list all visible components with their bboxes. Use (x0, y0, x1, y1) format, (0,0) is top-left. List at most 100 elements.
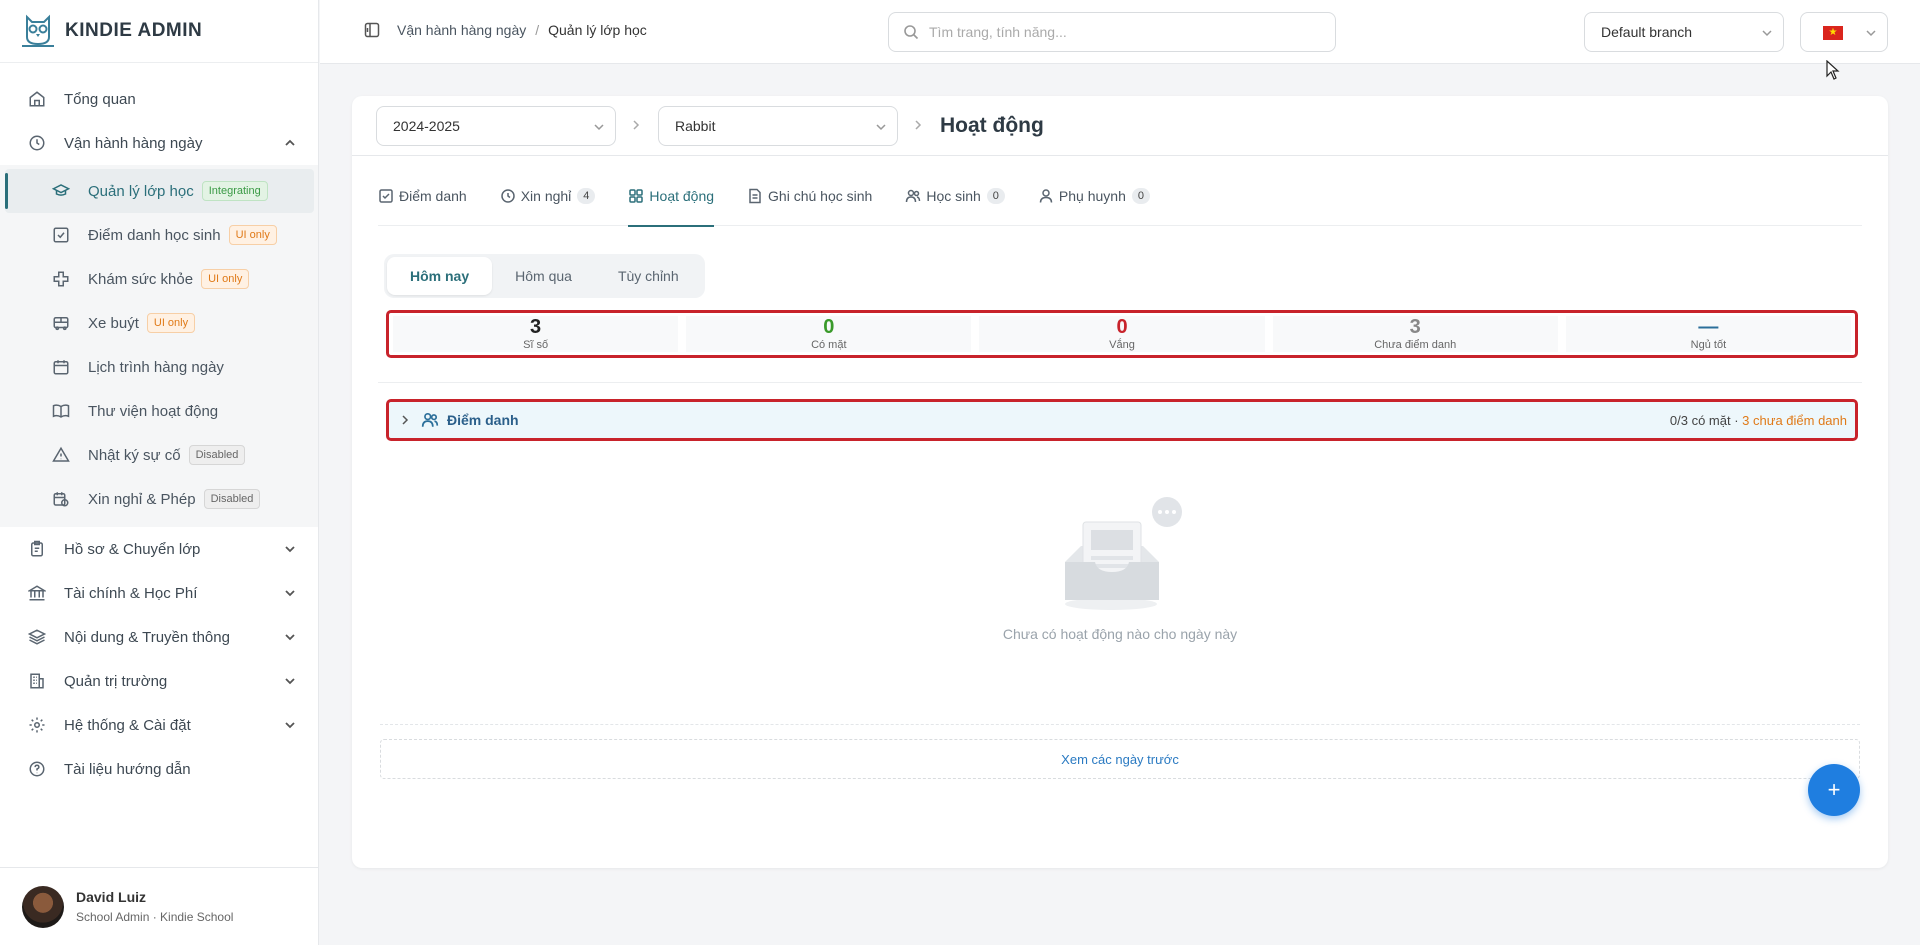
stat-not-checked-in: 3 Chưa điểm danh (1272, 316, 1558, 352)
empty-state: Chưa có hoạt động nào cho ngày này (352, 496, 1888, 642)
attendance-section[interactable]: Điểm danh 0/3 có mặt · 3 chưa điểm danh (386, 399, 1858, 441)
tab-label: Ghi chú học sinh (768, 188, 873, 204)
date-filter-today[interactable]: Hôm nay (387, 257, 493, 295)
language-select[interactable]: ★ (1800, 12, 1888, 52)
stat-slept-well: — Ngủ tốt (1565, 316, 1852, 352)
sidebar-item-finance-tuition[interactable]: Tài chính & Học Phí (0, 571, 318, 615)
empty-inbox-icon (1065, 497, 1182, 610)
chevron-down-icon (285, 678, 295, 685)
stat-label: Chưa điểm danh (1374, 339, 1457, 351)
sidebar-item-school-management[interactable]: Quản trị trường (0, 659, 318, 703)
sidebar-item-daily-schedule[interactable]: Lịch trình hàng ngày (0, 345, 318, 389)
sidebar-item-content-communication[interactable]: Nội dung & Truyền thông (0, 615, 318, 659)
bank-icon (28, 585, 46, 601)
chevron-down-icon (594, 124, 604, 131)
add-activity-button[interactable]: + (1808, 764, 1860, 816)
main-nav: Tổng quan Vận hành hàng ngày Quản lý lớp… (0, 63, 318, 791)
book-icon (52, 404, 70, 418)
sidebar-item-documentation[interactable]: Tài liệu hướng dẫn (0, 747, 318, 791)
user-icon (1039, 189, 1053, 203)
gear-icon (29, 717, 45, 733)
help-icon (29, 761, 45, 777)
attendance-summary: 0/3 có mặt · 3 chưa điểm danh (1670, 413, 1847, 428)
clipboard-icon (31, 540, 43, 557)
brand-name: KINDIE ADMIN (65, 20, 203, 41)
calendar-icon (53, 360, 69, 375)
tab-label: Phụ huynh (1058, 188, 1126, 204)
tab-attendance[interactable]: Điểm danh (378, 188, 467, 226)
school-year-select[interactable]: 2024-2025 (376, 106, 616, 146)
grid-icon (629, 189, 644, 203)
status-badge: Disabled (188, 445, 246, 465)
status-badge: UI only (201, 269, 250, 289)
sidebar-item-system-settings[interactable]: Hệ thống & Cài đặt (0, 703, 318, 747)
sidebar-item-daily-operations[interactable]: Vận hành hàng ngày (0, 121, 318, 165)
sidebar-item-overview[interactable]: Tổng quan (0, 77, 318, 121)
sidebar-item-bus[interactable]: Xe buýt UI only (0, 301, 318, 345)
chevron-down-icon (876, 124, 886, 131)
sidebar-item-class-management[interactable]: Quản lý lớp học Integrating (5, 169, 314, 213)
sidebar-item-records-transfer[interactable]: Hồ sơ & Chuyển lớp (0, 527, 318, 571)
date-filter-custom[interactable]: Tùy chỉnh (595, 257, 702, 295)
breadcrumb-separator: / (535, 22, 540, 38)
chevron-right-icon (633, 120, 640, 130)
sidebar-item-leave-requests[interactable]: Xin nghỉ & Phép Disabled (0, 477, 318, 521)
sidebar-toggle-icon[interactable] (364, 22, 380, 38)
sidebar-item-activity-library[interactable]: Thư viện hoạt động (0, 389, 318, 433)
status-badge: Disabled (203, 489, 261, 509)
user-profile[interactable]: David Luiz School Admin · Kindie School (0, 867, 319, 945)
stat-value: 0 (1116, 316, 1128, 338)
users-icon (906, 189, 921, 203)
sidebar-item-label: Tài chính & Học Phí (64, 584, 198, 602)
attendance-present: 0/3 có mặt (1669, 413, 1731, 428)
sidebar-item-health-check[interactable]: Khám sức khỏe UI only (0, 257, 318, 301)
page-title: Hoạt động (940, 114, 1044, 137)
school-year-value: 2024-2025 (393, 118, 460, 134)
tab-student-notes[interactable]: Ghi chú học sinh (747, 188, 872, 226)
users-icon (421, 412, 439, 427)
stat-value: 3 (530, 316, 542, 338)
sidebar-item-label: Hồ sơ & Chuyển lớp (64, 540, 201, 558)
chevron-right-icon (915, 120, 922, 130)
class-select[interactable]: Rabbit (658, 106, 898, 146)
mouse-cursor-icon (1826, 60, 1840, 80)
stat-value: — (1698, 316, 1719, 338)
sidebar-item-incident-log[interactable]: Nhật ký sự cố Disabled (0, 433, 318, 477)
brand[interactable]: KINDIE ADMIN (0, 0, 318, 63)
breadcrumb-current: Quản lý lớp học (548, 22, 647, 38)
search-box[interactable] (888, 12, 1336, 52)
tab-activities[interactable]: Hoạt động (628, 188, 714, 227)
tab-count-badge: 4 (577, 188, 596, 204)
sidebar-item-label: Xe buýt (88, 314, 139, 332)
tab-parents[interactable]: Phụ huynh 0 (1038, 188, 1150, 226)
sidebar-item-label: Điểm danh học sinh (88, 226, 221, 244)
tab-students[interactable]: Học sinh 0 (905, 188, 1005, 226)
breadcrumb-item[interactable]: Vận hành hàng ngày (397, 22, 526, 38)
date-filter-yesterday[interactable]: Hôm qua (492, 257, 595, 295)
more-section: Xem các ngày trước (380, 724, 1860, 779)
avatar (22, 885, 64, 928)
clock-icon (29, 135, 45, 151)
stat-value: 3 (1409, 316, 1421, 338)
chevron-down-icon (285, 722, 295, 729)
view-previous-days-button[interactable]: Xem các ngày trước (380, 739, 1860, 779)
bus-icon (53, 317, 69, 331)
tab-bar: Điểm danh Xin nghỉ 4 Hoạt động Ghi chú h… (378, 188, 1862, 227)
sidebar-item-label: Khám sức khỏe (88, 270, 194, 288)
attendance-title: Điểm danh (447, 412, 519, 428)
search-input[interactable] (929, 24, 1309, 40)
sidebar-item-label: Quản trị trường (64, 672, 168, 690)
tab-leave[interactable]: Xin nghỉ 4 (500, 188, 596, 226)
chevron-down-icon (1866, 30, 1876, 37)
chevron-down-icon (285, 590, 295, 597)
sidebar-item-student-attendance[interactable]: Điểm danh học sinh UI only (0, 213, 318, 257)
attendance-separator: · (1730, 413, 1743, 428)
chevron-down-icon (285, 546, 295, 553)
status-badge: Integrating (201, 181, 268, 201)
topbar: Vận hành hàng ngày / Quản lý lớp học Def… (320, 0, 1920, 64)
sidebar-item-label: Quản lý lớp học (88, 182, 194, 200)
checkbox-icon (379, 189, 393, 203)
sidebar-item-label: Nội dung & Truyền thông (64, 628, 230, 646)
branch-select[interactable]: Default branch (1584, 12, 1784, 52)
building-icon (30, 673, 44, 689)
